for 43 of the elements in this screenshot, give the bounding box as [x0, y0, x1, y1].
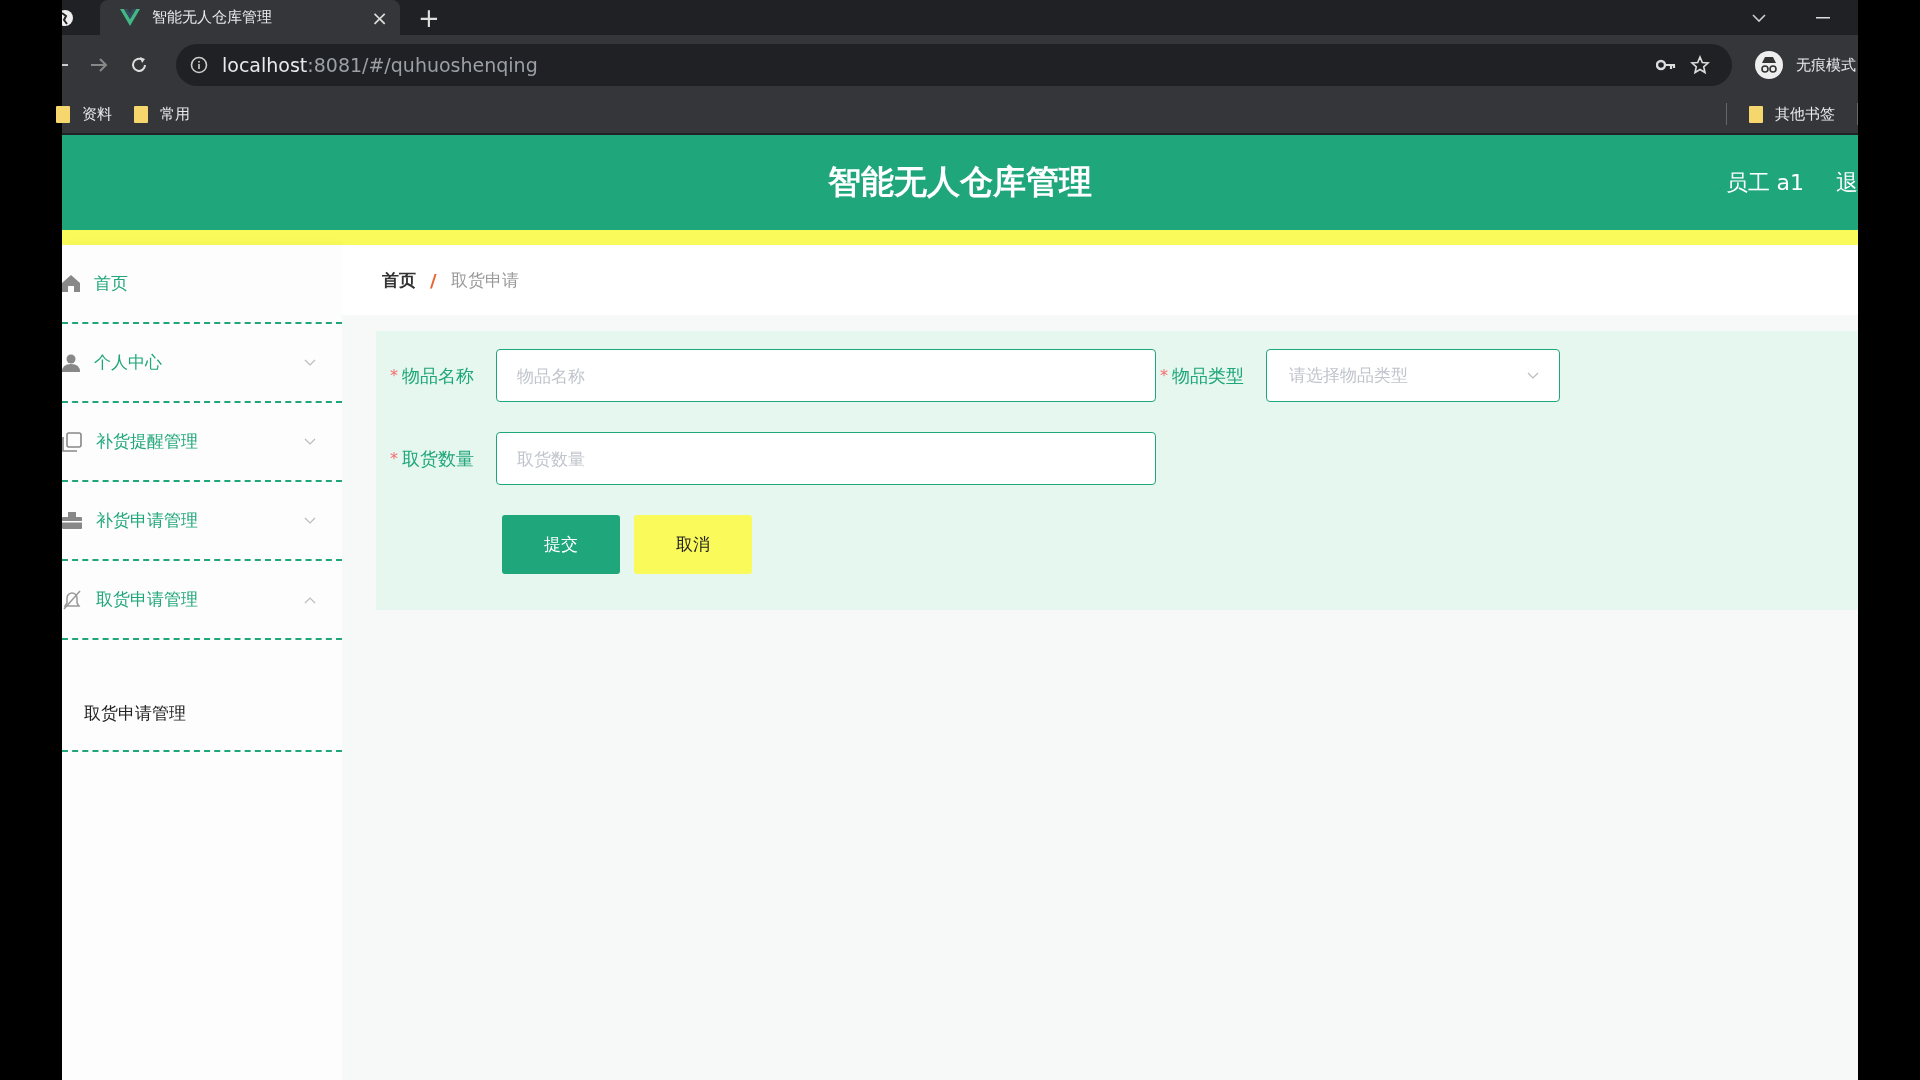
home-icon	[62, 275, 80, 292]
required-mark: *	[390, 449, 398, 468]
copy-icon	[62, 431, 82, 452]
chevron-down-icon[interactable]	[1752, 12, 1766, 23]
bookmark-folder[interactable]: 常用	[134, 104, 190, 124]
breadcrumb-current: 取货申请	[450, 268, 519, 292]
field-label: 物品类型	[1172, 363, 1245, 388]
breadcrumb-link[interactable]: 首页	[382, 268, 416, 292]
back-arrow-icon[interactable]	[62, 63, 68, 67]
cancel-button[interactable]: 取消	[634, 515, 752, 574]
user-icon	[62, 353, 80, 372]
app-title: 智能无人仓库管理	[828, 161, 1092, 203]
field-label: 取货数量	[402, 446, 475, 471]
new-tab-button[interactable]: +	[418, 2, 440, 33]
minimize-icon[interactable]	[1816, 16, 1830, 19]
folder-icon	[56, 105, 70, 123]
user-name: 员工 a1	[1725, 168, 1804, 197]
chevron-down-icon	[1527, 371, 1539, 380]
reload-icon[interactable]	[130, 56, 148, 74]
required-mark: *	[1160, 366, 1168, 385]
info-icon	[190, 56, 208, 74]
input-field[interactable]: 物品名称	[496, 349, 1156, 402]
folder-icon	[1749, 105, 1763, 123]
field-label: 物品名称	[402, 363, 475, 388]
bookmark-folder[interactable]: 资料	[56, 104, 112, 124]
required-mark: *	[390, 366, 398, 385]
address-bar[interactable]: localhost:8081/#/quhuoshenqing	[176, 44, 1732, 86]
input-field[interactable]: 取货数量	[496, 432, 1156, 485]
tab-title: 智能无人仓库管理	[152, 8, 273, 27]
url-text: localhost:8081/#/quhuoshenqing	[222, 54, 538, 76]
profile-button[interactable]: 无痕模式	[1754, 50, 1858, 80]
key-icon[interactable]	[1656, 59, 1676, 71]
browser-tab[interactable]: 智能无人仓库管理 ×	[100, 0, 400, 35]
submenu-item[interactable]: 取货申请管理	[62, 676, 342, 750]
tab-close-button[interactable]: ×	[371, 5, 388, 30]
bell-off-icon	[62, 589, 82, 610]
folder-icon	[134, 105, 148, 123]
incognito-icon	[1754, 50, 1784, 80]
star-icon[interactable]	[1690, 55, 1710, 75]
breadcrumb-separator: /	[430, 269, 437, 291]
vue-logo-icon	[120, 9, 140, 26]
forward-arrow-icon[interactable]	[90, 57, 108, 73]
other-bookmarks-folder[interactable]: 其他书签	[1749, 104, 1835, 124]
